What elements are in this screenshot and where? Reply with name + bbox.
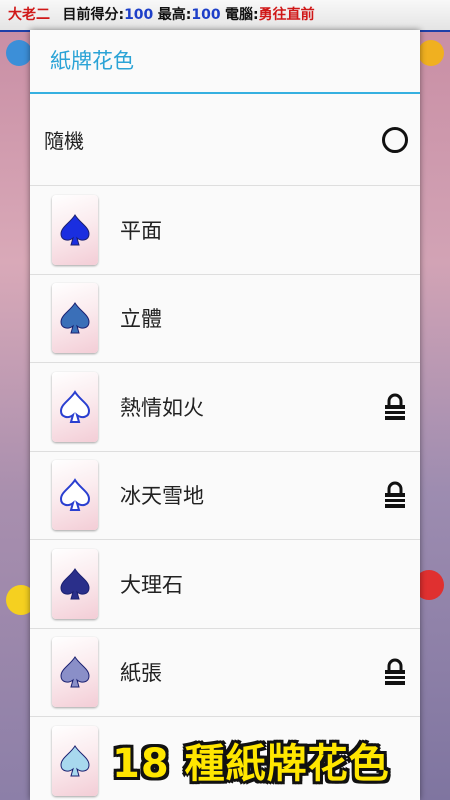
card-preview-image [52,460,98,531]
card-style-name: 冰天雪地 [120,484,204,509]
spade-icon [60,567,90,600]
game-status-bar: 大老二 目前得分:100 最高:100 電腦:勇往直前 [0,0,450,32]
lock-icon [385,481,405,509]
score-label: 目前得分: [62,7,125,23]
radio-button[interactable] [382,126,408,153]
background-avatar-icon [6,40,32,66]
computer-level: 勇往直前 [258,7,315,23]
card-preview-image [52,637,98,708]
card-style-dialog: 紙牌花色 隨機 平面立體熱情如火冰天雪地大理石紙張 [30,30,420,800]
card-style-name: 熱情如火 [120,395,204,420]
lock-icon [385,393,405,420]
background-game-right [418,32,450,800]
spade-icon [60,213,90,246]
card-style-option[interactable]: 冰天雪地 [30,452,420,540]
card-style-option[interactable]: 紙張 [30,629,420,717]
spade-icon [59,478,91,512]
card-preview-image [52,194,98,265]
spade-icon [60,744,90,777]
player-name: 大老二 [8,7,50,23]
card-style-list: 平面立體熱情如火冰天雪地大理石紙張 [30,186,420,800]
card-preview-image [52,283,98,354]
background-game-left [0,32,30,800]
spade-icon [60,302,90,334]
dialog-title: 紙牌花色 [30,30,420,94]
card-preview-image [52,725,98,796]
card-style-name: 平面 [120,218,162,243]
card-style-name: 立體 [120,307,162,332]
high-score-value: 100 [191,7,221,23]
random-option-label: 隨機 [44,129,84,153]
lock-icon [385,658,405,686]
card-style-option[interactable]: 平面 [30,186,420,275]
card-style-option[interactable]: 熱情如火 [30,363,420,452]
promo-banner: 18 種紙牌花色 [112,741,390,787]
card-style-option[interactable]: 大理石 [30,540,420,629]
card-style-option[interactable]: 立體 [30,275,420,363]
card-style-name: 紙張 [120,661,162,686]
card-style-name: 大理石 [120,572,183,597]
high-score-label: 最高: [157,7,192,23]
card-preview-image [52,548,98,619]
spade-icon [59,389,91,423]
computer-label: 電腦: [225,7,259,23]
random-option[interactable]: 隨機 [30,94,420,186]
background-avatar-icon [418,40,444,66]
card-preview-image [52,371,98,442]
spade-icon [60,656,90,688]
score-value: 100 [124,7,154,23]
